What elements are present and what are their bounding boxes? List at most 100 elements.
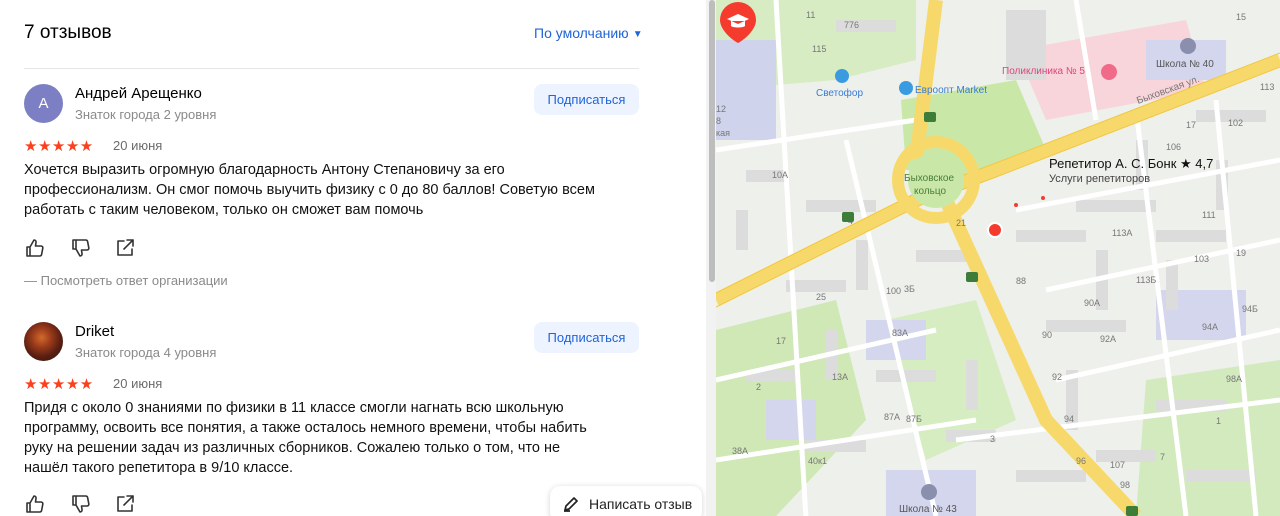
bus-stop-icon[interactable] (842, 212, 854, 222)
review-text: Хочется выразить огромную благодарность … (24, 160, 639, 220)
write-review-button[interactable]: Написать отзыв (550, 486, 702, 516)
rating-stars: ★★★★★ (24, 138, 94, 155)
org-reply-link[interactable]: — Посмотреть ответ организации (24, 273, 228, 288)
svg-text:103: 103 (1194, 254, 1209, 264)
share-icon[interactable] (114, 237, 136, 259)
review-item: Driket Знаток города 4 уровня Подписатьс… (24, 322, 644, 516)
svg-text:94Б: 94Б (1242, 304, 1258, 314)
avatar[interactable] (24, 322, 63, 361)
svg-text:106: 106 (1166, 142, 1181, 152)
svg-text:2: 2 (756, 382, 761, 392)
map-pin-icon[interactable] (716, 0, 760, 44)
thumbs-up-icon[interactable] (24, 493, 46, 515)
svg-text:100: 100 (886, 286, 901, 296)
write-review-label: Написать отзыв (589, 496, 693, 512)
svg-text:38А: 38А (732, 446, 748, 456)
svg-text:90: 90 (1042, 330, 1052, 340)
reviews-panel: 7 отзывов По умолчанию ▼ А Андрей Арещенк… (0, 0, 712, 516)
svg-text:3Б: 3Б (904, 284, 915, 294)
school-icon[interactable] (1180, 38, 1196, 54)
svg-text:1: 1 (1216, 416, 1221, 426)
svg-text:92А: 92А (1100, 334, 1116, 344)
svg-text:94А: 94А (1202, 322, 1218, 332)
poi-title[interactable]: Репетитор А. С. Бонк ★ 4,7 (1049, 156, 1213, 172)
svg-text:17: 17 (776, 336, 786, 346)
svg-text:90А: 90А (1084, 298, 1100, 308)
school-area (766, 400, 816, 440)
svg-text:113Б: 113Б (1136, 275, 1156, 285)
svg-text:113: 113 (1260, 82, 1274, 92)
svg-text:107: 107 (1110, 460, 1125, 470)
shop-icon[interactable] (899, 81, 913, 95)
svg-text:98: 98 (1120, 480, 1130, 490)
svg-text:115: 115 (812, 44, 826, 54)
subscribe-button[interactable]: Подписаться (534, 322, 639, 353)
svg-text:111: 111 (1202, 210, 1216, 220)
svg-text:13А: 13А (832, 372, 848, 382)
reviews-title: 7 отзывов (24, 22, 112, 43)
svg-text:10А: 10А (772, 170, 788, 180)
review-text-line: нашёл такого репетитора в 9/10 классе. (24, 460, 294, 476)
subscribe-button[interactable]: Подписаться (534, 84, 639, 115)
park-area (1136, 360, 1280, 516)
author-level: Знаток города 2 уровня (75, 107, 217, 122)
bus-stop-icon[interactable] (1126, 506, 1138, 516)
svg-text:102: 102 (1228, 118, 1243, 128)
svg-text:776: 776 (844, 20, 859, 30)
bus-stop-icon[interactable] (966, 272, 978, 282)
avatar[interactable]: А (24, 84, 63, 123)
svg-text:92: 92 (1052, 372, 1062, 382)
poi-subtitle: Услуги репетиторов (1049, 173, 1151, 185)
svg-text:87А: 87А (884, 412, 900, 422)
scrollbar-thumb[interactable] (709, 0, 715, 282)
school-icon[interactable] (921, 484, 937, 500)
clinic-icon[interactable] (1101, 64, 1117, 80)
svg-text:21: 21 (956, 218, 966, 228)
review-date: 20 июня (113, 138, 163, 153)
sort-label: По умолчанию (534, 25, 629, 41)
review-text-line: профессионализм. Он смог помочь выучить … (24, 182, 595, 198)
review-text-line: руку на решении задач из различных сборн… (24, 440, 561, 456)
thumbs-down-icon[interactable] (70, 237, 92, 259)
review-text-line: работать с таким человеком, только он см… (24, 202, 424, 218)
review-text-line: Хочется выразить огромную благодарность … (24, 162, 505, 178)
sort-dropdown[interactable]: По умолчанию ▼ (534, 25, 643, 41)
thumbs-up-icon[interactable] (24, 237, 46, 259)
svg-text:3: 3 (990, 434, 995, 444)
author-level: Знаток города 4 уровня (75, 345, 217, 360)
header-divider (24, 68, 639, 69)
review-author[interactable]: Андрей Арещенко (75, 85, 202, 102)
school40-label: Школа № 40 (1156, 59, 1214, 70)
svetofor-label: Светофор (816, 87, 863, 99)
caret-down-icon: ▼ (632, 29, 643, 40)
svg-text:кая: кая (716, 128, 730, 138)
shop-icon[interactable] (835, 69, 849, 83)
svg-text:11: 11 (806, 10, 815, 20)
thumbs-down-icon[interactable] (70, 493, 92, 515)
svg-text:7: 7 (1160, 452, 1165, 462)
review-text: Придя с около 0 знаниями по физики в 11 … (24, 398, 639, 478)
svg-text:19: 19 (1236, 248, 1246, 258)
evroopt-label: Евроопт Market (915, 85, 987, 96)
svg-text:17: 17 (1186, 120, 1196, 130)
school-area (716, 40, 776, 140)
bus-stop-icon[interactable] (924, 112, 936, 122)
review-actions (24, 493, 144, 515)
map-view[interactable]: Быховская ул. Быховское кольцо Поликлини… (716, 0, 1280, 516)
school43-label: Школа № 43 (899, 504, 957, 515)
svg-text:96: 96 (1076, 456, 1086, 466)
ring-label-2: кольцо (914, 186, 946, 197)
review-item: А Андрей Арещенко Знаток города 2 уровня… (24, 84, 644, 304)
svg-text:88: 88 (1016, 276, 1026, 286)
location-dot-icon[interactable] (987, 222, 1003, 238)
map-canvas[interactable]: Быховская ул. Быховское кольцо Поликлини… (716, 0, 1280, 516)
review-author[interactable]: Driket (75, 323, 114, 340)
svg-text:83А: 83А (892, 328, 908, 338)
svg-text:113А: 113А (1112, 228, 1132, 238)
svg-text:40к1: 40к1 (808, 456, 827, 466)
svg-text:8: 8 (716, 116, 721, 126)
review-actions (24, 237, 144, 259)
review-text-line: программу, освоить все понятия, а также … (24, 420, 587, 436)
pencil-icon (564, 497, 578, 512)
share-icon[interactable] (114, 493, 136, 515)
